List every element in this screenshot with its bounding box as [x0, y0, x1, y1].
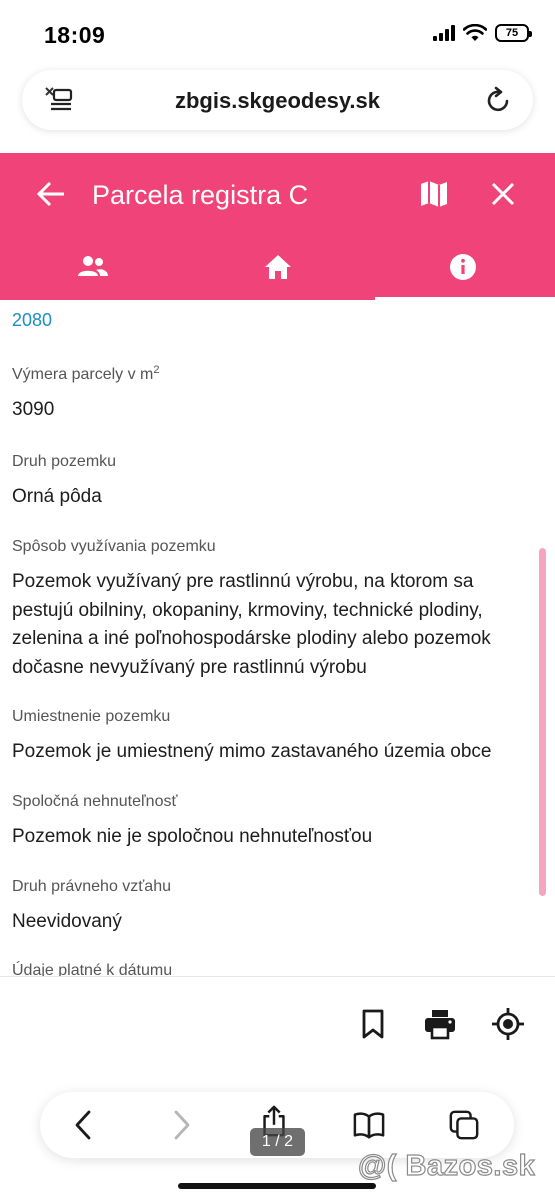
field-label: Výmera parcely v m2 — [12, 364, 160, 383]
back-arrow-icon[interactable] — [34, 177, 68, 211]
reload-icon[interactable] — [483, 84, 515, 116]
battery-level: 75 — [505, 27, 519, 39]
battery-icon: 75 — [495, 24, 532, 42]
watermark: @( Bazos.sk — [357, 1149, 536, 1182]
field-common-property: Spoločná nehnuteľnosť Pozemok nie je spo… — [12, 791, 537, 852]
home-icon — [264, 255, 291, 279]
page-indicator: 1 / 2 — [250, 1128, 305, 1156]
scrollbar[interactable] — [539, 548, 546, 896]
tab-owners[interactable] — [0, 237, 185, 300]
status-icons: 75 — [433, 24, 532, 42]
back-arrow-icon[interactable] — [68, 1108, 100, 1142]
panel-title: Parcela registra C — [92, 180, 309, 210]
bookmark-icon[interactable] — [356, 1007, 390, 1041]
people-icon — [77, 256, 108, 276]
field-value: 3090 — [12, 399, 55, 420]
parcel-details: 2080 Výmera parcely v m2 3090 Druh pozem… — [0, 300, 555, 976]
address-bar[interactable]: zbgis.skgeodesy.sk — [22, 70, 533, 130]
forward-arrow-icon[interactable] — [165, 1108, 197, 1142]
app-header: Parcela registra C — [0, 153, 555, 300]
tools-bar — [0, 976, 555, 1066]
field-legal-relation: Druh právneho vzťahu Neevidovaný — [12, 876, 537, 937]
field-value: Pozemok nie je spoločnou nehnuteľnosťou — [12, 826, 373, 847]
info-icon — [449, 254, 476, 280]
field-value: Orná pôda — [12, 486, 102, 507]
map-icon[interactable] — [418, 177, 450, 211]
tab-info[interactable] — [370, 237, 555, 300]
print-icon[interactable] — [423, 1007, 457, 1041]
field-location: Umiestnenie pozemku Pozemok je umiestnen… — [12, 706, 537, 767]
field-value: Pozemok je umiestnený mimo zastavaného ú… — [12, 741, 492, 762]
signal-icon — [433, 25, 455, 41]
wifi-icon — [463, 24, 487, 41]
field-area: Výmera parcely v m2 3090 — [12, 364, 537, 425]
tabs-icon[interactable] — [448, 1108, 480, 1142]
field-label-valid-date: Údaje platné k dátumu — [12, 962, 173, 976]
status-time: 18:09 — [44, 22, 106, 48]
close-icon[interactable] — [487, 178, 519, 210]
field-label: Umiestnenie pozemku — [12, 708, 171, 725]
field-value: Neevidovaný — [12, 911, 122, 932]
bookmarks-icon[interactable] — [353, 1108, 385, 1142]
locate-icon[interactable] — [491, 1007, 525, 1041]
field-label: Spôsob využívania pozemku — [12, 538, 216, 555]
tab-home[interactable] — [185, 237, 370, 300]
parcel-link-value[interactable]: 2080 — [12, 310, 52, 331]
status-bar: 18:09 75 — [0, 0, 555, 62]
field-label: Spoločná nehnuteľnosť — [12, 793, 178, 810]
field-value: Pozemok využívaný pre rastlinnú výrobu, … — [12, 571, 491, 678]
field-label: Druh právneho vzťahu — [12, 878, 171, 895]
field-label: Druh pozemku — [12, 453, 117, 470]
field-land-use: Spôsob využívania pozemku Pozemok využív… — [12, 536, 537, 682]
field-land-type: Druh pozemku Orná pôda — [12, 451, 537, 512]
home-indicator[interactable] — [178, 1183, 376, 1189]
url-domain[interactable]: zbgis.skgeodesy.sk — [22, 88, 533, 114]
